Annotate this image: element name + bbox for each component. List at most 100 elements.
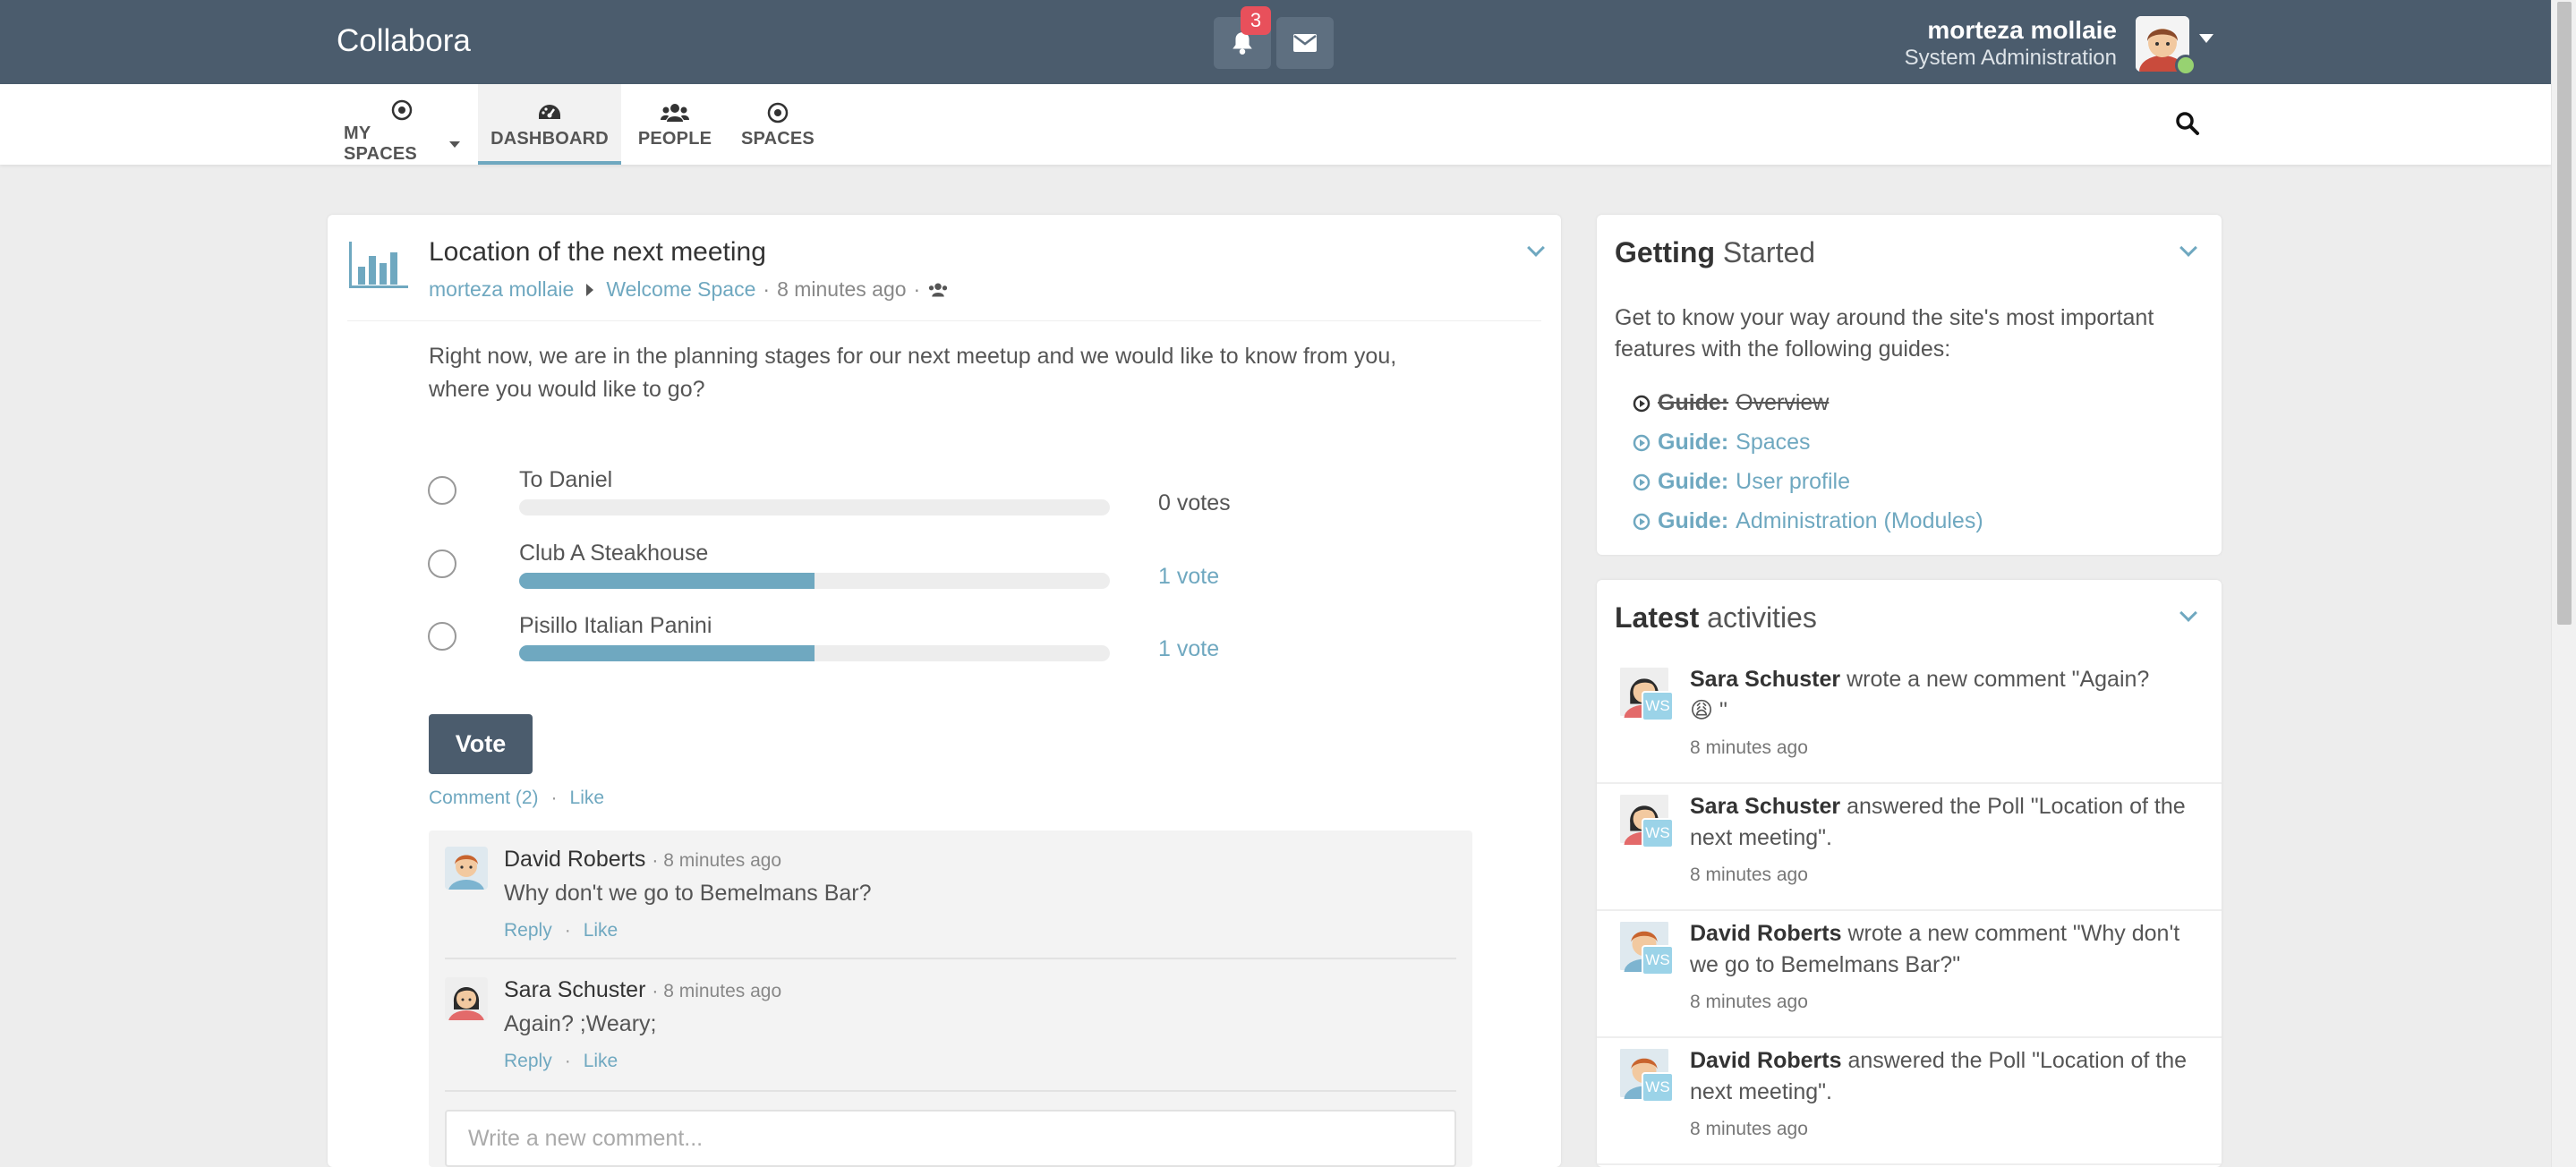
play-circle-icon [1633,395,1651,412]
space-badge: WS [1642,691,1674,721]
poll-question: Right now, we are in the planning stages… [429,344,1397,402]
comment-author[interactable]: Sara Schuster [504,977,645,1002]
comment: David Roberts · 8 minutes ago Why don't … [445,847,1456,954]
activity-item[interactable]: WS Sara Schuster answered the Poll "Loca… [1597,784,2222,911]
space-badge: WS [1642,818,1674,848]
online-status-indicator [2175,55,2196,76]
comments-section: David Roberts · 8 minutes ago Why don't … [429,831,1472,1167]
activity-text: David Roberts answered the Poll "Locatio… [1690,1048,2188,1104]
divider [445,1090,1456,1092]
activity-time: 8 minutes ago [1690,1119,1808,1139]
poll-option-radio-to-daniel[interactable] [428,476,456,505]
like-link[interactable]: Like [570,788,605,809]
poll-collapse-chevron-icon[interactable] [1527,239,1545,257]
getting-started-intro: Get to know your way around the site's m… [1615,305,2154,362]
panel-title: Latest activities [1615,601,1817,634]
comment-text: Again? ;Weary; [504,1011,657,1036]
activity-time: 8 minutes ago [1690,865,1808,885]
play-circle-icon [1633,434,1651,451]
poll-option-progress [519,573,1110,589]
play-circle-icon [1633,513,1651,530]
vote-button[interactable]: Vote [429,714,533,774]
latest-activities-panel: Latest activities WS Sara Schuster wrote… [1597,580,2222,1167]
arrow-right-icon [586,283,594,296]
panel-title: Getting Started [1615,236,1816,268]
activity-item[interactable]: WS Sara Schuster wrote a new comment "Ag… [1597,657,2222,784]
brand-logo[interactable]: Collabora [337,23,471,59]
space-badge: WS [1642,945,1674,975]
activity-item[interactable]: WS David Roberts wrote a new comment "Wh… [1597,911,2222,1038]
guide-spaces-link[interactable]: Guide: Spaces [1633,430,1811,456]
search-icon [2176,112,2199,135]
collapse-chevron-icon[interactable] [2179,604,2197,622]
poll-time: 8 minutes ago [777,277,907,301]
comment-time: 8 minutes ago [663,850,782,871]
nav-people-label: PEOPLE [637,129,712,149]
poll-space-link[interactable]: Welcome Space [606,277,755,302]
nav-my-spaces[interactable]: MY SPACES [344,84,460,165]
like-link[interactable]: Like [584,920,618,941]
nav-people[interactable]: PEOPLE [637,84,712,165]
comment-author[interactable]: David Roberts [504,847,645,872]
new-comment-input[interactable] [445,1110,1456,1167]
poll-option-radio-pisillo-italian-panini[interactable] [428,622,456,651]
poll-author-link[interactable]: morteza mollaie [429,277,574,302]
nav-my-spaces-label: MY SPACES [344,124,417,164]
nav-dashboard[interactable]: DASHBOARD [478,84,621,165]
envelope-icon [1293,34,1317,52]
comment-time: 8 minutes ago [663,981,782,1001]
poll-post: Location of the next meeting morteza mol… [328,215,1561,1167]
comment-header: David Roberts · 8 minutes ago [504,847,782,872]
nav-dashboard-label: DASHBOARD [490,129,609,149]
user-menu-caret-icon[interactable] [2199,34,2213,43]
circle-dot-icon [767,102,789,124]
post-actions: Comment (2) · Like [429,788,605,809]
avatar[interactable] [445,977,488,1020]
reply-link[interactable]: Reply [504,920,552,941]
search-button[interactable] [2175,111,2200,141]
poll-option-label: Pisillo Italian Panini [519,613,712,638]
user-role: System Administration [1904,46,2117,70]
like-link[interactable]: Like [584,1051,618,1072]
nav-spaces-label: SPACES [741,129,815,149]
collapse-chevron-icon[interactable] [2179,239,2197,257]
poll-option-progress-fill [519,573,815,589]
poll-option-votes-link[interactable]: 1 vote [1158,636,1219,662]
activity-text: David Roberts wrote a new comment "Why d… [1690,921,2180,977]
poll-option-progress [519,499,1110,515]
avatar[interactable] [445,847,488,890]
page-scrollbar[interactable] [2551,0,2576,1167]
activity-text: Sara Schuster wrote a new comment "Again… [1690,667,2150,723]
guide-administration-link[interactable]: Guide: Administration (Modules) [1633,508,1983,534]
activity-item[interactable]: WS David Roberts answered the Poll "Loca… [1597,1038,2222,1165]
poll-option-votes-link[interactable]: 1 vote [1158,564,1219,590]
comment-actions: Reply · Like [504,1051,618,1072]
caret-down-icon [449,141,460,148]
nav-spaces[interactable]: SPACES [738,84,818,165]
poll-option-label: To Daniel [519,467,613,492]
poll-title: Location of the next meeting [429,237,766,267]
notification-count-badge: 3 [1241,6,1271,35]
comment: Sara Schuster · 8 minutes ago Again? ;We… [445,977,1456,1085]
poll-meta: morteza mollaie Welcome Space · 8 minute… [429,277,949,302]
poll-option-radio-club-a-steakhouse[interactable] [428,549,456,578]
user-menu[interactable]: morteza mollaie System Administration [1905,16,2117,72]
comment-actions: Reply · Like [504,920,618,941]
comment-link[interactable]: Comment (2) [429,788,539,809]
reply-link[interactable]: Reply [504,1051,552,1072]
guide-user-profile-link[interactable]: Guide: User profile [1633,469,1850,495]
notifications-button[interactable]: 3 [1214,6,1271,69]
main-navigation: MY SPACES DASHBOARD PEOPLE SPACES [0,84,2551,165]
users-icon [661,104,689,122]
play-circle-icon [1633,473,1651,490]
guide-overview-link[interactable]: Guide: Overview [1633,390,1829,416]
circle-dot-icon [391,99,413,121]
user-name: morteza mollaie [1927,16,2117,44]
messages-button[interactable] [1276,17,1334,69]
comment-text: Why don't we go to Bemelmans Bar? [504,881,872,906]
activity-text: Sara Schuster answered the Poll "Locatio… [1690,794,2186,850]
activity-time: 8 minutes ago [1690,737,1808,758]
users-visibility-icon [929,283,948,296]
poll-option-progress [519,645,1110,661]
scrollbar-thumb[interactable] [2557,2,2572,625]
